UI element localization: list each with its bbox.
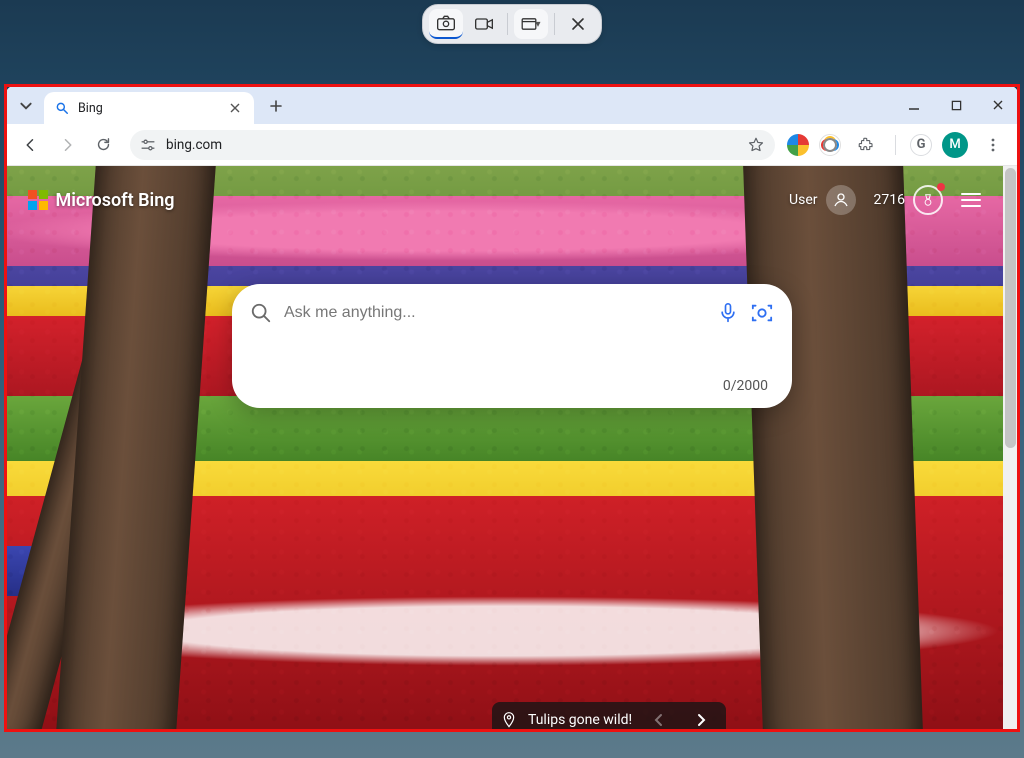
window-maximize-button[interactable]	[942, 92, 970, 118]
close-toolbar-button[interactable]	[561, 9, 595, 39]
window-minimize-button[interactable]	[900, 92, 928, 118]
image-caption-bar: Tulips gone wild!	[492, 702, 726, 730]
capture-window-button[interactable]: ▾	[514, 9, 548, 39]
user-avatar-icon	[826, 185, 856, 215]
nav-reload-button[interactable]	[88, 130, 118, 160]
bing-logo-text: Microsoft Bing	[56, 190, 175, 211]
bing-header: Microsoft Bing User 2716	[6, 180, 1003, 220]
character-counter: 0/2000	[250, 378, 774, 394]
rewards-points: 2716	[874, 192, 905, 208]
tab-search-button[interactable]	[14, 94, 38, 118]
extensions-puzzle-icon[interactable]	[851, 130, 881, 160]
chrome-menu-button[interactable]	[978, 130, 1008, 160]
tab-close-button[interactable]	[226, 99, 244, 117]
profile-avatar[interactable]: M	[942, 132, 968, 158]
site-settings-icon[interactable]	[140, 138, 156, 152]
toolbar-right-icons: G M	[787, 130, 1008, 160]
location-pin-icon	[502, 712, 516, 728]
extension-lens-icon[interactable]	[819, 134, 841, 156]
window-controls	[900, 92, 1012, 118]
scrollbar-thumb[interactable]	[1005, 168, 1016, 448]
extension-colorwheel-icon[interactable]	[787, 134, 809, 156]
google-shortcut-icon[interactable]: G	[910, 134, 932, 156]
chevron-down-icon: ▾	[535, 19, 540, 30]
tab-title: Bing	[78, 101, 218, 116]
search-input[interactable]	[284, 304, 706, 322]
image-search-icon[interactable]	[750, 302, 774, 324]
tab-bing[interactable]: Bing	[44, 92, 254, 124]
caption-prev-button[interactable]	[644, 707, 674, 730]
nav-forward-button[interactable]	[52, 130, 82, 160]
page-viewport: Microsoft Bing User 2716	[6, 166, 1018, 730]
new-tab-button[interactable]	[262, 92, 290, 120]
capture-still-button[interactable]	[429, 9, 463, 39]
user-account-button[interactable]: User	[789, 185, 855, 215]
browser-toolbar: bing.com G M	[6, 124, 1018, 166]
user-label: User	[789, 192, 817, 208]
search-box: 0/2000	[232, 284, 792, 408]
address-bar[interactable]: bing.com	[130, 130, 775, 160]
caption-next-button[interactable]	[686, 707, 716, 730]
nav-back-button[interactable]	[16, 130, 46, 160]
hamburger-menu-button[interactable]	[961, 193, 981, 207]
search-icon	[250, 302, 272, 324]
voice-search-icon[interactable]	[718, 302, 738, 324]
screenshot-toolbar: ▾	[422, 4, 602, 44]
bing-favicon	[54, 100, 70, 116]
window-close-button[interactable]	[984, 92, 1012, 118]
capture-video-button[interactable]	[467, 9, 501, 39]
browser-window: Bing bing.com	[6, 86, 1018, 730]
url-text: bing.com	[166, 137, 222, 153]
tab-strip: Bing	[6, 86, 1018, 124]
microsoft-bing-logo[interactable]: Microsoft Bing	[28, 190, 174, 211]
caption-text: Tulips gone wild!	[528, 712, 632, 728]
rewards-medal-icon	[913, 185, 943, 215]
bookmark-star-icon[interactable]	[747, 136, 765, 154]
rewards-button[interactable]: 2716	[874, 185, 943, 215]
microsoft-logo-icon	[28, 190, 48, 210]
vertical-scrollbar[interactable]	[1003, 166, 1018, 730]
background-image	[6, 166, 1003, 730]
